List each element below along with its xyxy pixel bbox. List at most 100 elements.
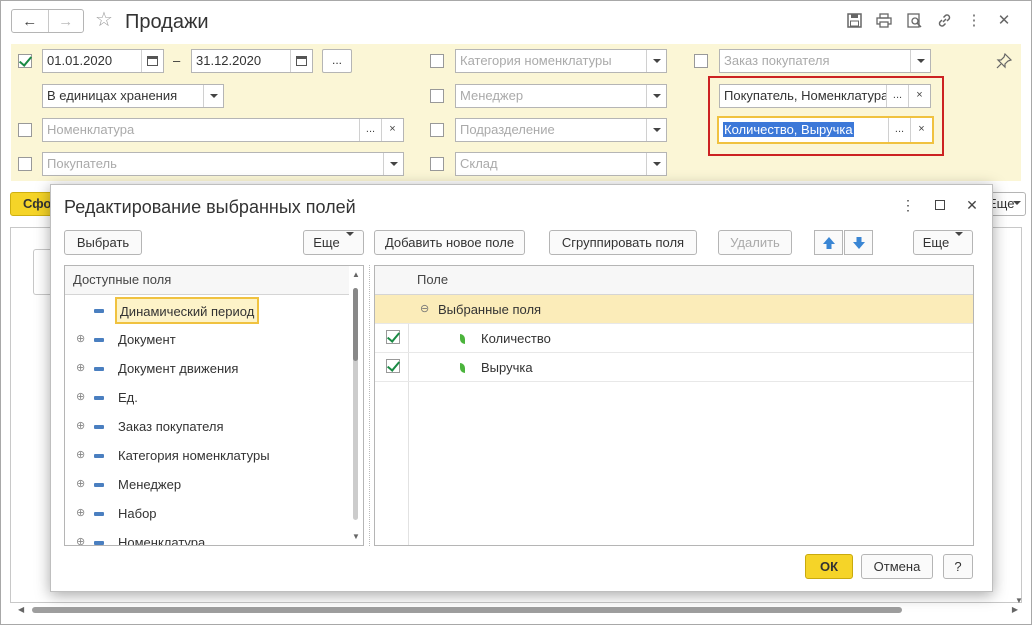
tree-item[interactable]: ⊕ Категория номенклатуры bbox=[65, 441, 351, 470]
tree-item[interactable]: ⊕ Номенклатура bbox=[65, 528, 351, 545]
dialog-title: Редактирование выбранных полей bbox=[64, 197, 356, 217]
expand-icon[interactable]: ⊕ bbox=[76, 354, 85, 383]
field-checkbox[interactable] bbox=[386, 359, 400, 373]
generate-button[interactable]: Сформировать bbox=[10, 192, 55, 216]
table-row[interactable]: Выручка bbox=[375, 353, 973, 382]
close-icon[interactable]: ✕ bbox=[995, 11, 1013, 29]
panel-splitter[interactable] bbox=[369, 265, 370, 546]
chevron-down-icon[interactable] bbox=[646, 85, 666, 107]
tree-item[interactable]: ⊕ Менеджер bbox=[65, 470, 351, 499]
order-checkbox[interactable] bbox=[694, 54, 708, 68]
chevron-down-icon[interactable] bbox=[646, 119, 666, 141]
tree-item[interactable]: ⊕ Заказ покупателя bbox=[65, 412, 351, 441]
report-window: ← → ☆ Продажи ⋮ ✕ 01.01.2020 – 31.12.202… bbox=[0, 0, 1032, 625]
calendar-icon[interactable] bbox=[141, 50, 163, 72]
add-new-field-button[interactable]: Добавить новое поле bbox=[374, 230, 525, 255]
chevron-down-icon[interactable] bbox=[910, 50, 930, 72]
expand-icon[interactable]: ⊕ bbox=[76, 470, 85, 499]
close-icon[interactable]: ✕ bbox=[964, 197, 980, 213]
buyer-checkbox[interactable] bbox=[18, 157, 32, 171]
nomenclature-field[interactable]: Номенклатура ... × bbox=[42, 118, 404, 142]
tree-item[interactable]: Динамический период bbox=[65, 296, 351, 325]
period-checkbox[interactable] bbox=[18, 54, 32, 68]
ok-button[interactable]: ОК bbox=[805, 554, 853, 579]
warehouse-checkbox[interactable] bbox=[430, 157, 444, 171]
maximize-icon[interactable] bbox=[932, 197, 948, 213]
move-up-button[interactable] bbox=[814, 230, 843, 255]
division-checkbox[interactable] bbox=[430, 123, 444, 137]
expand-icon[interactable]: ⊕ bbox=[76, 441, 85, 470]
expand-icon[interactable]: ⊕ bbox=[76, 412, 85, 441]
date-from-field[interactable]: 01.01.2020 bbox=[42, 49, 164, 73]
scrollbar-thumb[interactable] bbox=[32, 607, 902, 613]
cancel-button[interactable]: Отмена bbox=[861, 554, 933, 579]
arrow-up-icon bbox=[822, 236, 835, 249]
calendar-icon[interactable] bbox=[290, 50, 312, 72]
period-select-button[interactable]: ... bbox=[322, 49, 352, 73]
group-row-label: Выбранные поля bbox=[438, 302, 542, 317]
scroll-up-icon[interactable]: ▲ bbox=[352, 270, 360, 279]
division-field[interactable]: Подразделение bbox=[455, 118, 667, 142]
tree-item[interactable]: ⊕ Документ движения bbox=[65, 354, 351, 383]
favorite-star-icon[interactable]: ☆ bbox=[95, 9, 113, 31]
field-marker-icon bbox=[94, 454, 104, 458]
field-label: Выручка bbox=[481, 360, 533, 375]
order-field[interactable]: Заказ покупателя bbox=[719, 49, 931, 73]
chevron-down-icon[interactable] bbox=[383, 153, 403, 175]
tree-item-label: Ед. bbox=[118, 390, 138, 405]
expand-icon[interactable]: ⊕ bbox=[76, 499, 85, 528]
scroll-left-icon[interactable]: ◀ bbox=[18, 605, 24, 614]
table-row[interactable]: Количество bbox=[375, 324, 973, 353]
expand-icon[interactable]: ⊕ bbox=[76, 383, 85, 412]
nomenclature-clear-button[interactable]: × bbox=[381, 119, 403, 141]
tree-item[interactable]: ⊕ Ед. bbox=[65, 383, 351, 412]
navigation-buttons: ← → bbox=[11, 9, 84, 33]
save-icon[interactable] bbox=[845, 11, 863, 29]
category-field[interactable]: Категория номенклатуры bbox=[455, 49, 667, 73]
group-row[interactable]: ⊖ Выбранные поля bbox=[375, 295, 973, 324]
link-icon[interactable] bbox=[935, 11, 953, 29]
category-checkbox[interactable] bbox=[430, 54, 444, 68]
group-fields-button[interactable]: Сгруппировать поля bbox=[549, 230, 697, 255]
chevron-down-icon[interactable] bbox=[203, 85, 223, 107]
chevron-down-icon[interactable] bbox=[646, 153, 666, 175]
horizontal-scrollbar[interactable]: ◀ ▶ bbox=[18, 605, 1018, 615]
order-placeholder: Заказ покупателя bbox=[724, 53, 830, 68]
selected-fields-header: Поле bbox=[375, 266, 973, 295]
scroll-right-icon[interactable]: ▶ bbox=[1012, 605, 1018, 614]
buyer-field[interactable]: Покупатель bbox=[42, 152, 404, 176]
units-select[interactable]: В единицах хранения bbox=[42, 84, 224, 108]
scroll-down-icon[interactable]: ▼ bbox=[1015, 596, 1023, 605]
preview-icon[interactable] bbox=[905, 11, 923, 29]
expand-icon[interactable]: ⊕ bbox=[76, 325, 85, 354]
help-button[interactable]: ? bbox=[943, 554, 973, 579]
select-button[interactable]: Выбрать bbox=[64, 230, 142, 255]
pin-icon[interactable] bbox=[996, 52, 1013, 74]
tree-item[interactable]: ⊕ Документ bbox=[65, 325, 351, 354]
left-more-button[interactable]: Еще bbox=[303, 230, 364, 255]
nomenclature-checkbox[interactable] bbox=[18, 123, 32, 137]
scrollbar-thumb[interactable] bbox=[353, 288, 358, 361]
chevron-down-icon[interactable] bbox=[646, 50, 666, 72]
available-fields-scrollbar[interactable]: ▲ ▼ bbox=[349, 266, 363, 545]
manager-field[interactable]: Менеджер bbox=[455, 84, 667, 108]
available-fields-panel: Доступные поля Динамический период ⊕ Док… bbox=[64, 265, 364, 546]
more-vertical-icon[interactable]: ⋮ bbox=[965, 11, 983, 29]
manager-checkbox[interactable] bbox=[430, 89, 444, 103]
field-checkbox[interactable] bbox=[386, 330, 400, 344]
forward-arrow-icon[interactable]: → bbox=[47, 10, 84, 32]
delete-button[interactable]: Удалить bbox=[718, 230, 792, 255]
back-arrow-icon[interactable]: ← bbox=[12, 10, 48, 32]
tree-item[interactable]: ⊕ Набор bbox=[65, 499, 351, 528]
more-vertical-icon[interactable]: ⋮ bbox=[900, 197, 916, 213]
move-down-button[interactable] bbox=[844, 230, 873, 255]
collapse-icon[interactable]: ⊖ bbox=[420, 295, 429, 324]
print-icon[interactable] bbox=[875, 11, 893, 29]
field-marker-icon bbox=[94, 483, 104, 487]
right-more-button[interactable]: Еще bbox=[913, 230, 973, 255]
expand-icon[interactable]: ⊕ bbox=[76, 528, 85, 545]
warehouse-field[interactable]: Склад bbox=[455, 152, 667, 176]
nomenclature-select-button[interactable]: ... bbox=[359, 119, 381, 141]
date-to-field[interactable]: 31.12.2020 bbox=[191, 49, 313, 73]
scroll-down-icon[interactable]: ▼ bbox=[352, 532, 360, 541]
